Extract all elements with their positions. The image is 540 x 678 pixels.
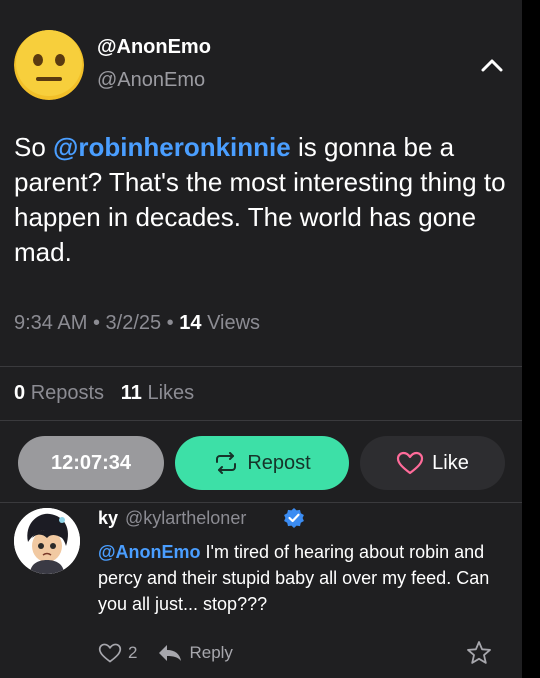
views-count: 14 <box>179 312 202 334</box>
post-time: 9:34 AM <box>14 312 88 334</box>
repost-label: Repost <box>247 451 311 474</box>
reply-label: Reply <box>189 643 233 662</box>
post-date: 3/2/25 <box>105 312 162 334</box>
reply-like-count: 2 <box>128 643 138 662</box>
post-text-prefix: So <box>14 132 54 162</box>
like-button[interactable]: Like <box>360 436 505 490</box>
reply-button[interactable]: Reply <box>157 643 233 663</box>
post-panel: @AnonEmo @AnonEmo So @robinheronkinnie i… <box>0 0 522 678</box>
likes-count: 11 <box>120 382 142 404</box>
reposts-stat[interactable]: 0 Reposts <box>14 382 104 404</box>
character-avatar-icon <box>14 508 80 574</box>
chevron-up-icon[interactable] <box>478 53 506 77</box>
author-avatar[interactable] <box>14 30 84 100</box>
reply-arrow-icon <box>159 645 182 661</box>
reply-like-button[interactable]: 2 <box>98 642 137 664</box>
post-stats: 0 Reposts 11 Likes <box>14 382 194 405</box>
neutral-face-emoji-icon <box>14 30 84 100</box>
divider <box>0 366 522 367</box>
likes-label: Likes <box>147 382 195 404</box>
star-icon[interactable] <box>466 640 492 666</box>
reposts-label: Reposts <box>30 382 105 404</box>
like-label: Like <box>432 451 469 474</box>
author-handle[interactable]: @AnonEmo <box>97 69 205 92</box>
right-edge-bar <box>522 0 540 678</box>
heart-icon <box>397 451 424 475</box>
reply-author-avatar[interactable] <box>14 508 80 574</box>
views-label: Views <box>207 312 261 334</box>
heart-outline-icon <box>98 643 122 663</box>
reply-actions: 2 Reply <box>98 640 233 666</box>
likes-stat[interactable]: 11 Likes <box>121 382 194 404</box>
reposts-count: 0 <box>14 382 26 404</box>
divider <box>0 502 522 503</box>
timer-button[interactable]: 12:07:34 <box>18 436 164 490</box>
repost-button[interactable]: Repost <box>175 436 349 490</box>
timer-label: 12:07:34 <box>50 451 132 474</box>
verified-badge-icon <box>284 508 304 528</box>
repost-icon <box>216 452 237 474</box>
reply-author-handle[interactable]: @kylartheloner <box>125 508 246 529</box>
post-mention-link[interactable]: @robinheronkinnie <box>53 132 291 162</box>
author-display-name[interactable]: @AnonEmo <box>97 36 211 59</box>
reply-mention-link[interactable]: @AnonEmo <box>98 542 201 562</box>
reply-text: @AnonEmo I'm tired of hearing about robi… <box>98 539 508 617</box>
post-text: So @robinheronkinnie is gonna be a paren… <box>14 130 514 270</box>
post-meta: 9:34 AM • 3/2/25 • 14 Views <box>14 312 261 334</box>
reply-author-name[interactable]: ky <box>98 508 118 529</box>
divider <box>0 420 522 421</box>
